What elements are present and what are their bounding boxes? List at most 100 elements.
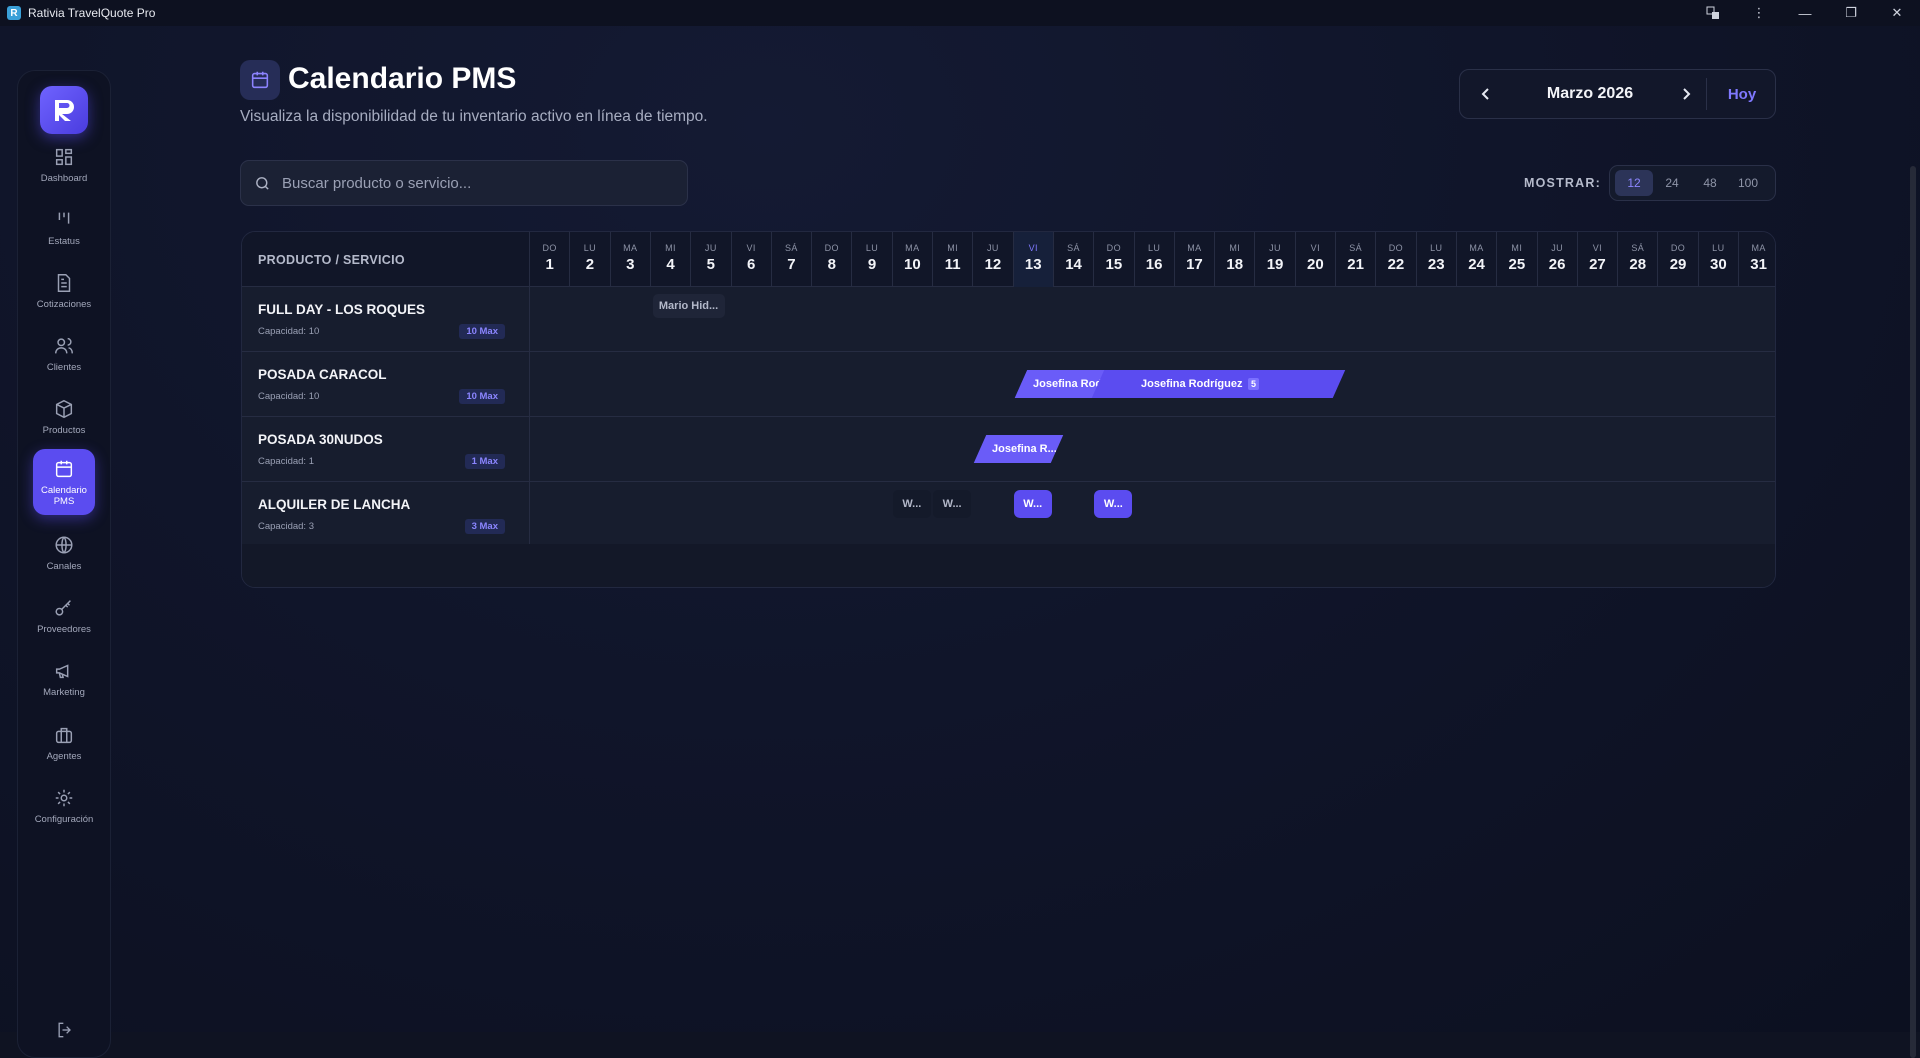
sidebar-item-agentes[interactable]: Agentes xyxy=(33,713,95,773)
product-name[interactable]: POSADA 30NUDOS xyxy=(258,432,383,447)
booking-bar[interactable]: W... xyxy=(1094,490,1133,518)
weekday-label: MA xyxy=(1469,243,1484,253)
day-column-header: JU 5 xyxy=(690,232,730,287)
today-button[interactable]: Hoy xyxy=(1714,86,1770,103)
day-column-header: SÁ 14 xyxy=(1052,232,1093,287)
day-number: 26 xyxy=(1548,256,1566,273)
sidebar-item-productos[interactable]: Productos xyxy=(33,387,95,447)
product-name[interactable]: FULL DAY - LOS ROQUES xyxy=(258,302,425,317)
calendar-header: PRODUCTO / SERVICIO DO 1 LU 2 MA 3 MI 4 JU 5 VI 6 SÁ… xyxy=(242,232,1775,287)
booking-bar[interactable]: W... xyxy=(933,490,972,518)
product-name[interactable]: POSADA CARACOL xyxy=(258,367,387,382)
weekday-label: LU xyxy=(1430,243,1443,253)
month-navigator: Marzo 2026 Hoy xyxy=(1459,69,1776,119)
sidebar-item-dashboard[interactable]: Dashboard xyxy=(33,135,95,195)
product-capacity: Capacidad: 3 xyxy=(258,521,314,532)
day-column-header: LU 2 xyxy=(569,232,609,287)
day-number: 10 xyxy=(903,256,921,273)
booking-bar[interactable]: Mario Hid... xyxy=(652,294,726,318)
scrollbar[interactable] xyxy=(1910,166,1916,1058)
weekday-label: LU xyxy=(583,243,597,253)
day-column-header: JU 26 xyxy=(1536,232,1577,287)
bars-icon xyxy=(58,212,70,224)
users-icon xyxy=(55,337,73,354)
day-column-header: DO 15 xyxy=(1093,232,1133,287)
booking-bar[interactable]: Josefina R... xyxy=(974,435,1064,463)
box-icon xyxy=(55,399,73,419)
booking-label: W... xyxy=(1103,498,1123,510)
day-number: 29 xyxy=(1669,256,1687,273)
show-option-48[interactable]: 48 xyxy=(1691,170,1729,196)
day-column-header: LU 9 xyxy=(851,232,891,287)
calendar-row: FULL DAY - LOS ROQUES Capacidad: 10 10 Max… xyxy=(242,287,1775,352)
calendar-row: POSADA 30NUDOS Capacidad: 1 1 Max Josefina … xyxy=(242,417,1775,482)
logout-icon[interactable] xyxy=(55,1020,77,1042)
app-main: Dashboard Estatus Cotizaciones Clientes Prod… xyxy=(0,26,1920,1058)
day-number: 22 xyxy=(1387,256,1405,273)
booking-bar[interactable]: W... xyxy=(1013,490,1052,518)
booking-label: Josefina Rodrig xyxy=(1032,378,1104,390)
chevron-right-icon xyxy=(1683,88,1691,100)
day-number: 13 xyxy=(1024,256,1042,273)
close-button[interactable]: ✕ xyxy=(1874,0,1920,26)
day-column-header: MA 3 xyxy=(609,232,650,287)
product-column-header: PRODUCTO / SERVICIO xyxy=(258,253,405,267)
day-number: 6 xyxy=(746,256,756,273)
day-number: 31 xyxy=(1750,256,1767,273)
booking-label: Mario Hid... xyxy=(658,300,719,312)
search-icon xyxy=(256,176,269,190)
show-option-12[interactable]: 12 xyxy=(1615,170,1653,196)
day-column-header: SÁ 28 xyxy=(1617,232,1657,287)
day-column-header: LU 30 xyxy=(1697,232,1738,287)
calendar-row: ALQUILER DE LANCHA Capacidad: 3 3 Max W... W… xyxy=(242,482,1775,547)
show-option-24[interactable]: 24 xyxy=(1653,170,1691,196)
weekday-label: DO xyxy=(1670,243,1686,253)
weekday-label: LU xyxy=(1712,243,1725,253)
day-column-header: LU 23 xyxy=(1415,232,1456,287)
day-number: 15 xyxy=(1105,256,1123,273)
day-column-header: VI 13 xyxy=(1012,232,1053,287)
day-column-header: DO 1 xyxy=(529,232,569,287)
day-column-header: MI 11 xyxy=(932,232,972,287)
previous-month-button[interactable] xyxy=(1474,82,1498,106)
sidebar-item-proveedores[interactable]: Proveedores xyxy=(33,586,95,646)
booking-bar[interactable]: W... xyxy=(892,490,931,518)
weekday-label: DO xyxy=(1388,243,1404,253)
more-options-icon[interactable]: ⋮ xyxy=(1736,0,1782,26)
day-number: 2 xyxy=(585,256,595,273)
restore-button[interactable]: ❐ xyxy=(1828,0,1874,26)
sidebar-item-label: Estatus xyxy=(48,236,80,247)
sidebar-item-canales[interactable]: Canales xyxy=(33,523,95,583)
sidebar-item-label: Cotizaciones xyxy=(36,299,92,310)
weekday-label: JU xyxy=(704,243,717,253)
weekday-label: MI xyxy=(665,243,676,253)
day-column-header: VI 20 xyxy=(1294,232,1335,287)
sidebar-item-estatus[interactable]: Estatus xyxy=(33,198,95,258)
weekday-label: SÁ xyxy=(785,243,798,253)
booking-label: W... xyxy=(902,498,922,510)
sidebar-item-clientes[interactable]: Clientes xyxy=(33,324,95,384)
day-column-header: MI 4 xyxy=(649,232,690,287)
sidebar-item-label: Agentes xyxy=(46,751,82,762)
search-input[interactable] xyxy=(282,174,662,192)
weekday-label: MA xyxy=(905,243,920,253)
next-month-button[interactable] xyxy=(1674,82,1698,106)
sidebar-item-calendario-pms[interactable]: Calendario PMS xyxy=(33,449,95,515)
sidebar-item-marketing[interactable]: Marketing xyxy=(33,649,95,709)
sidebar-item-cotizaciones[interactable]: Cotizaciones xyxy=(33,261,95,321)
minimize-button[interactable]: — xyxy=(1782,0,1828,26)
show-option-100[interactable]: 100 xyxy=(1729,170,1767,196)
day-number: 19 xyxy=(1266,256,1284,273)
booking-bar[interactable]: Josefina Rodrig xyxy=(1014,370,1104,398)
translate-icon[interactable] xyxy=(1690,0,1736,26)
day-number: 5 xyxy=(706,256,715,273)
day-column-header: SÁ 21 xyxy=(1335,232,1375,287)
weekday-label: SÁ xyxy=(1349,243,1363,253)
product-name[interactable]: ALQUILER DE LANCHA xyxy=(258,497,410,512)
day-column-header: JU 19 xyxy=(1254,232,1294,287)
calendar-row: POSADA CARACOL Capacidad: 10 10 Max Josefin… xyxy=(242,352,1775,417)
sidebar-item-configuracion[interactable]: Configuración xyxy=(33,776,95,836)
brand-logo[interactable] xyxy=(40,86,88,134)
weekday-label: MI xyxy=(1511,243,1523,253)
key-icon xyxy=(55,600,71,616)
